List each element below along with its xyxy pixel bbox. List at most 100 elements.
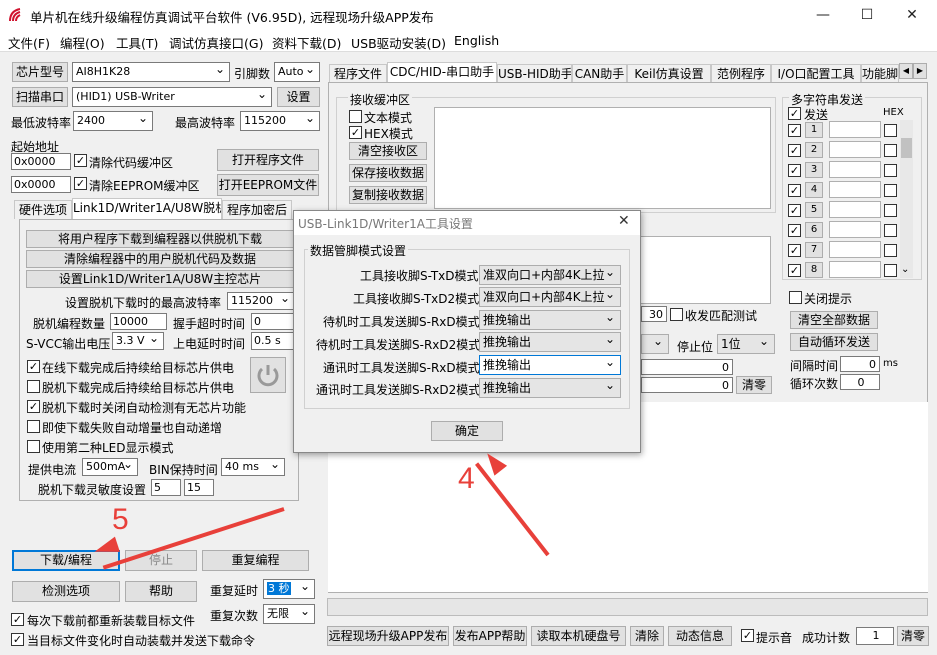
row-5-input[interactable] (829, 201, 881, 218)
chip-type-button[interactable]: 芯片型号 (12, 62, 68, 82)
row-7-input[interactable] (829, 241, 881, 258)
max-baud-select[interactable]: 115200 (240, 111, 320, 131)
menu-usb-driver[interactable]: USB驱动安装(D) (351, 33, 446, 52)
maximize-icon[interactable]: ☐ (852, 4, 882, 26)
row-2-input[interactable] (829, 141, 881, 158)
stop-button[interactable]: 停止 (125, 550, 197, 571)
offline-clear-button[interactable]: 清除编程器中的用户脱机代码及数据 (26, 250, 294, 268)
sensitivity-input-2[interactable]: 15 (184, 479, 214, 496)
idle-rxd2-select[interactable]: 推挽输出 (479, 330, 621, 352)
tab-scroll-right-icon[interactable]: ▶ (913, 63, 927, 79)
menu-download[interactable]: 资料下载(D) (272, 33, 341, 52)
save-receive-button[interactable]: 保存接收数据 (349, 164, 427, 182)
read-disk-button[interactable]: 读取本机硬盘号 (531, 626, 626, 646)
tab-can[interactable]: CAN助手 (572, 64, 627, 82)
row-8-input[interactable] (829, 261, 881, 278)
offline-check-5[interactable] (27, 440, 40, 453)
stop-bit-select[interactable]: 1位 (717, 332, 775, 354)
send-textarea[interactable] (634, 236, 771, 304)
row-3-input[interactable] (829, 161, 881, 178)
help-button[interactable]: 帮助 (125, 581, 197, 602)
start-address-input[interactable]: 0x0000 (11, 153, 71, 170)
tab-offline[interactable]: Link1D/Writer1A/U8W脱机 (72, 198, 222, 219)
eeprom-address-input[interactable]: 0x0000 (11, 176, 71, 193)
close-tip-checkbox[interactable] (789, 291, 802, 304)
tab-program-file[interactable]: 程序文件 (329, 64, 387, 82)
row-5-checkbox[interactable] (788, 204, 801, 217)
row-5-hex[interactable] (884, 204, 897, 217)
prog-count-input[interactable]: 10000 (110, 313, 167, 330)
copy-receive-button[interactable]: 复制接收数据 (349, 186, 427, 204)
clear-code-checkbox[interactable] (74, 154, 87, 167)
tab-encryption[interactable]: 程序加密后 (222, 200, 292, 219)
row-4-checkbox[interactable] (788, 184, 801, 197)
offline-check-1[interactable] (27, 360, 40, 373)
tab-function-pins[interactable]: 功能脚 (861, 64, 899, 82)
open-eeprom-button[interactable]: 打开EEPROM文件 (217, 174, 319, 196)
txd2-mode-select[interactable]: 准双向口+内部4K上拉 (479, 285, 621, 307)
reprogram-button[interactable]: 重复编程 (202, 550, 309, 571)
row-5-button[interactable]: 5 (805, 202, 823, 218)
menu-tools[interactable]: 工具(T) (116, 33, 158, 52)
menu-debug[interactable]: 调试仿真接口(G) (169, 33, 263, 52)
tip-sound-checkbox[interactable] (741, 629, 754, 642)
row-6-button[interactable]: 6 (805, 222, 823, 238)
row-1-button[interactable]: 1 (805, 122, 823, 138)
idle-rxd-select[interactable]: 推挽输出 (479, 308, 621, 330)
pins-select[interactable]: Auto (274, 62, 320, 82)
send-all-checkbox[interactable] (788, 107, 801, 120)
min-baud-select[interactable]: 2400 (73, 111, 153, 131)
row-3-button[interactable]: 3 (805, 162, 823, 178)
menu-file[interactable]: 文件(F) (8, 33, 50, 52)
auto-loop-button[interactable]: 自动循环发送 (790, 333, 878, 351)
settings-button[interactable]: 设置 (277, 87, 320, 107)
row-8-checkbox[interactable] (788, 264, 801, 277)
tab-io-config[interactable]: I/O口配置工具 (771, 64, 861, 82)
recv-match-checkbox[interactable] (670, 308, 683, 321)
interval-input[interactable]: 0 (840, 356, 880, 372)
hex-mode-checkbox[interactable] (349, 126, 362, 139)
power-icon[interactable] (250, 357, 286, 393)
handshake-input[interactable]: 0 (251, 313, 295, 330)
close-icon[interactable]: ✕ (897, 4, 927, 26)
row-3-checkbox[interactable] (788, 164, 801, 177)
vcc-select[interactable]: 3.3 V (112, 332, 164, 350)
offline-max-baud-select[interactable]: 115200 (227, 292, 295, 310)
clear-status-button[interactable]: 清除 (630, 626, 664, 646)
row-6-checkbox[interactable] (788, 224, 801, 237)
text-mode-checkbox[interactable] (349, 110, 362, 123)
scan-port-button[interactable]: 扫描串口 (12, 87, 68, 107)
repeat-delay-select[interactable]: 3 秒 (263, 579, 315, 599)
row-6-hex[interactable] (884, 224, 897, 237)
row-7-hex[interactable] (884, 244, 897, 257)
row-2-button[interactable]: 2 (805, 142, 823, 158)
comm-rxd2-select[interactable]: 推挽输出 (479, 376, 621, 398)
timeout-input[interactable]: 30 (641, 306, 667, 322)
row-3-hex[interactable] (884, 164, 897, 177)
row-1-checkbox[interactable] (788, 124, 801, 137)
offline-check-4[interactable] (27, 420, 40, 433)
sensitivity-input-1[interactable]: 5 (151, 479, 181, 496)
row-2-hex[interactable] (884, 144, 897, 157)
txd-mode-select[interactable]: 准双向口+内部4K上拉 (479, 263, 621, 285)
success-zero-button[interactable]: 清零 (897, 626, 929, 646)
offline-check-3[interactable] (27, 400, 40, 413)
parity-select[interactable] (641, 332, 669, 354)
loop-count-input[interactable]: 0 (840, 374, 880, 390)
clear-all-button[interactable]: 清空全部数据 (790, 311, 878, 329)
tab-usb-hid[interactable]: USB-HID助手 (497, 64, 572, 82)
auto-load-checkbox[interactable] (11, 633, 24, 646)
tab-cdc-hid-serial[interactable]: CDC/HID-串口助手 (387, 62, 497, 82)
offline-download-button[interactable]: 将用户程序下载到编程器以供脱机下载 (26, 230, 294, 248)
row-7-checkbox[interactable] (788, 244, 801, 257)
clear-count-button[interactable]: 清零 (736, 376, 772, 394)
offline-check-2[interactable] (27, 380, 40, 393)
offline-set-master-button[interactable]: 设置Link1D/Writer1A/U8W主控芯片 (26, 270, 294, 288)
tab-scroll-left-icon[interactable]: ◀ (899, 63, 913, 79)
menu-english[interactable]: English (454, 33, 499, 48)
detect-options-button[interactable]: 检测选项 (12, 581, 120, 602)
menu-program[interactable]: 编程(O) (60, 33, 105, 52)
row-7-button[interactable]: 7 (805, 242, 823, 258)
power-delay-input[interactable]: 0.5 s (251, 332, 295, 350)
scroll-down-icon[interactable]: ⌄ (901, 264, 909, 275)
